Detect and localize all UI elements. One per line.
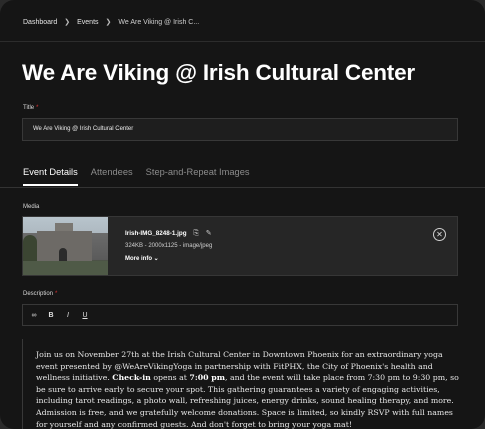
edit-icon[interactable]: ✎ [206,229,212,237]
close-icon: ✕ [436,230,443,239]
editor-toolbar: ∞ B I U [22,304,458,326]
tab-divider [0,187,485,188]
description-editor[interactable]: Join us on November 27th at the Irish Cu… [22,339,459,429]
media-meta: 324KB - 2000x1125 - image/jpeg [125,243,213,249]
breadcrumb-events[interactable]: Events [77,19,98,26]
breadcrumb-dashboard[interactable]: Dashboard [23,19,57,26]
title-label: Title * [23,105,39,111]
media-card: Irish-IMG_8248-1.jpg ⎘ ✎ 324KB - 2000x11… [22,216,458,276]
page-title: We Are Viking @ Irish Cultural Center [22,60,415,85]
media-label: Media [23,204,40,210]
tab-bar: Event Details Attendees Step-and-Repeat … [23,167,263,186]
title-input[interactable]: We Are Viking @ Irish Cultural Center [22,118,458,141]
chevron-right-icon: ❯ [105,19,112,26]
underline-icon[interactable]: U [81,312,89,319]
bold-icon[interactable]: B [47,312,55,319]
tab-step-and-repeat-images[interactable]: Step-and-Repeat Images [146,167,250,186]
more-info-toggle[interactable]: More info ⌄ [125,255,159,262]
link-icon[interactable]: ∞ [30,312,38,319]
title-input-value: We Are Viking @ Irish Cultural Center [33,126,134,132]
copy-icon[interactable]: ⎘ [193,230,199,238]
tab-attendees[interactable]: Attendees [91,167,133,186]
remove-media-button[interactable]: ✕ [433,228,446,241]
chevron-right-icon: ❯ [64,19,71,26]
media-thumbnail[interactable] [23,217,108,275]
breadcrumb-current: We Are Viking @ Irish C... [118,18,200,26]
header-divider [0,41,485,42]
breadcrumb: Dashboard ❯ Events ❯ We Are Viking @ Iri… [23,18,200,27]
media-filename: Irish-IMG_8248-1.jpg ⎘ ✎ [125,229,212,238]
chevron-down-icon: ⌄ [153,256,159,262]
app-frame: Dashboard ❯ Events ❯ We Are Viking @ Iri… [0,0,485,429]
tab-event-details[interactable]: Event Details [23,167,78,186]
description-label: Description * [23,291,58,297]
italic-icon[interactable]: I [64,312,72,319]
description-text: Join us on November 27th at the Irish Cu… [36,350,459,429]
